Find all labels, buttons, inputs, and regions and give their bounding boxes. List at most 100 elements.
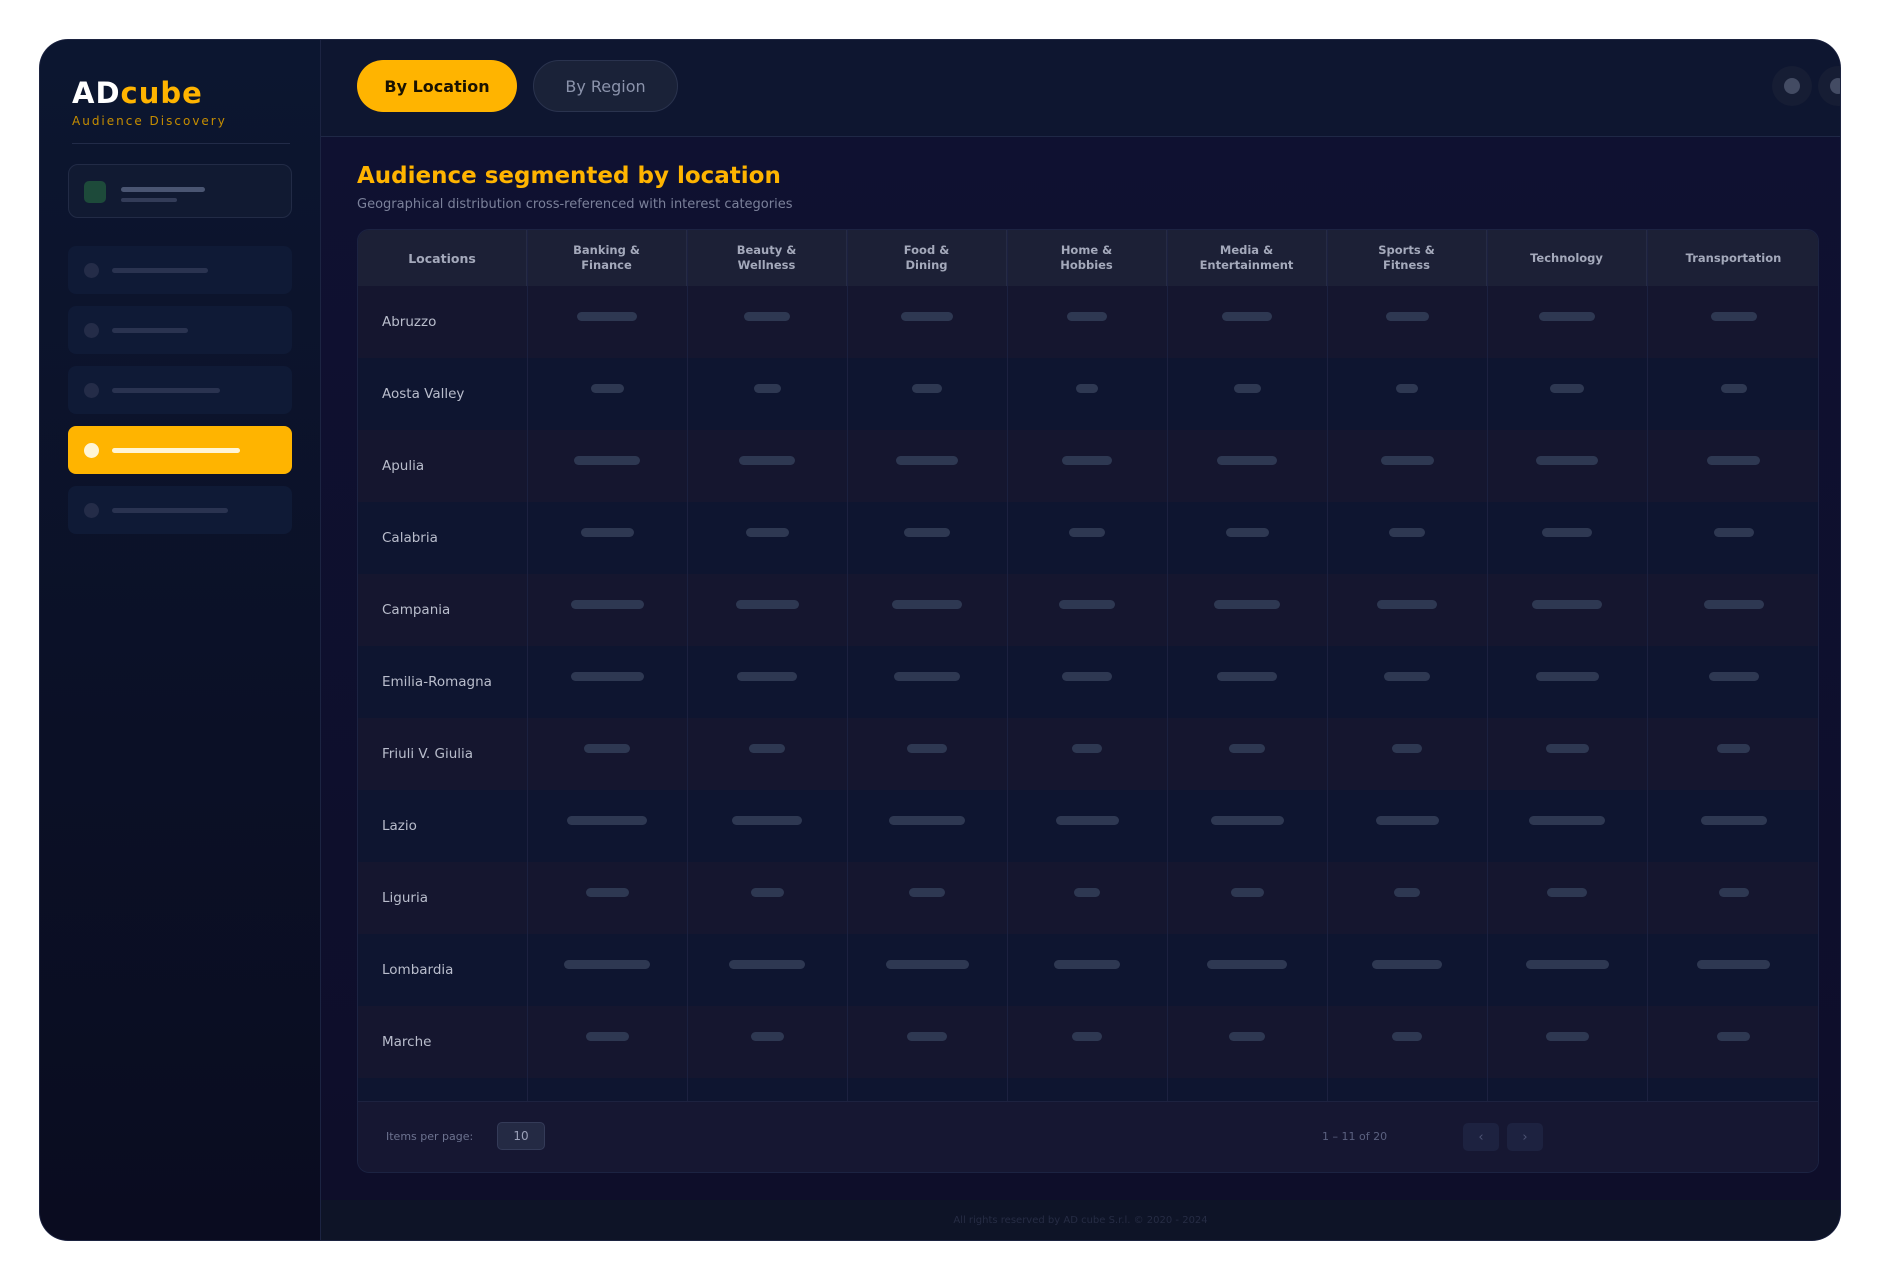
table-row[interactable]: Abruzzo: [358, 286, 1818, 359]
loading-placeholder: [1536, 456, 1598, 465]
loading-placeholder: [1380, 456, 1434, 465]
table-row[interactable]: Calabria: [358, 502, 1818, 575]
chevron-right-icon[interactable]: ›: [1507, 1123, 1543, 1151]
table-row[interactable]: Lazio: [358, 790, 1818, 863]
column-header-locations[interactable]: Locations: [358, 230, 527, 286]
loading-placeholder: [1697, 960, 1770, 969]
column-header[interactable]: Media & Entertainment: [1167, 230, 1327, 286]
loading-placeholder: [1055, 816, 1119, 825]
loading-placeholder: [739, 456, 795, 465]
user-menu-icon[interactable]: [1818, 66, 1840, 106]
loading-placeholder: [744, 312, 790, 321]
loading-placeholder: [1375, 816, 1439, 825]
column-header[interactable]: Technology: [1487, 230, 1647, 286]
sidebar-item-1[interactable]: [68, 246, 292, 294]
brand-logo[interactable]: ADcube: [72, 76, 203, 110]
location-cell: Liguria: [382, 890, 428, 906]
column-header[interactable]: Beauty & Wellness: [687, 230, 847, 286]
nav-item-icon: [84, 323, 99, 338]
table-row[interactable]: Emilia-Romagna: [358, 646, 1818, 719]
loading-placeholder: [912, 384, 942, 393]
loading-placeholder: [750, 888, 784, 897]
loading-placeholder: [753, 384, 781, 393]
table-row[interactable]: Liguria: [358, 862, 1818, 935]
loading-placeholder: [1074, 888, 1100, 897]
loading-placeholder: [567, 816, 647, 825]
loading-placeholder: [1535, 672, 1599, 681]
brand-name-ad: AD: [72, 76, 121, 110]
sidebar-item-active[interactable]: [68, 426, 292, 474]
sidebar-item-3[interactable]: [68, 366, 292, 414]
loading-placeholder: [1072, 1032, 1102, 1041]
loading-placeholder: [1532, 600, 1602, 609]
column-header[interactable]: Food & Dining: [847, 230, 1007, 286]
profile-card[interactable]: [68, 164, 292, 218]
loading-placeholder: [1229, 1032, 1265, 1041]
loading-placeholder: [892, 600, 962, 609]
chevron-left-icon[interactable]: ‹: [1463, 1123, 1499, 1151]
loading-placeholder: [1529, 816, 1605, 825]
loading-placeholder: [750, 1032, 784, 1041]
loading-placeholder: [904, 528, 950, 537]
loading-placeholder: [1230, 888, 1264, 897]
table-row[interactable]: Campania: [358, 574, 1818, 647]
nav-item-label-placeholder: [112, 388, 220, 393]
loading-placeholder: [1389, 528, 1425, 537]
location-cell: Apulia: [382, 458, 425, 474]
tab-by-location[interactable]: By Location: [357, 60, 517, 112]
loading-placeholder: [1225, 528, 1269, 537]
loading-placeholder: [1372, 960, 1442, 969]
sidebar-item-2[interactable]: [68, 306, 292, 354]
table-row[interactable]: Marche: [358, 1006, 1818, 1079]
column-header[interactable]: Banking & Finance: [527, 230, 687, 286]
loading-placeholder: [1713, 528, 1754, 537]
loading-placeholder: [570, 600, 644, 609]
table-row[interactable]: Apulia: [358, 430, 1818, 503]
loading-placeholder: [585, 1032, 629, 1041]
loading-placeholder: [1539, 312, 1595, 321]
loading-placeholder: [1547, 888, 1587, 897]
profile-name-placeholder: [121, 187, 205, 192]
loading-placeholder: [1217, 456, 1277, 465]
table-row[interactable]: Aosta Valley: [358, 358, 1818, 431]
loading-placeholder: [564, 960, 650, 969]
column-divider: [1487, 230, 1488, 1120]
loading-placeholder: [894, 672, 960, 681]
table-row[interactable]: Friuli V. Giulia: [358, 718, 1818, 791]
loading-placeholder: [1054, 960, 1120, 969]
loading-placeholder: [1710, 312, 1757, 321]
loading-placeholder: [1700, 816, 1767, 825]
items-per-page-select[interactable]: 10: [497, 1122, 545, 1150]
column-divider: [1647, 230, 1648, 1120]
location-cell: Lombardia: [382, 962, 454, 978]
column-header[interactable]: Transportation: [1647, 230, 1818, 286]
loading-placeholder: [1069, 528, 1105, 537]
tab-by-region[interactable]: By Region: [533, 60, 678, 112]
notifications-icon[interactable]: [1772, 66, 1812, 106]
column-header[interactable]: Home & Hobbies: [1007, 230, 1167, 286]
page-title: Audience segmented by location: [357, 163, 781, 189]
loading-placeholder: [901, 312, 953, 321]
loading-placeholder: [1394, 888, 1420, 897]
location-cell: Emilia-Romagna: [382, 674, 492, 690]
column-divider: [1007, 230, 1008, 1120]
sidebar-item-5[interactable]: [68, 486, 292, 534]
loading-placeholder: [577, 312, 637, 321]
loading-placeholder: [584, 744, 630, 753]
column-divider: [1167, 230, 1168, 1120]
table-header: Locations Banking & Finance Beauty & Welln…: [358, 230, 1818, 287]
loading-placeholder: [1703, 600, 1764, 609]
loading-placeholder: [1396, 384, 1418, 393]
loading-placeholder: [737, 672, 797, 681]
location-cell: Campania: [382, 602, 451, 618]
sidebar: ADcube Audience Discovery: [40, 40, 321, 1240]
nav-item-icon: [84, 383, 99, 398]
loading-placeholder: [745, 528, 789, 537]
loading-placeholder: [585, 888, 629, 897]
column-header[interactable]: Sports & Fitness: [1327, 230, 1487, 286]
copyright-footer: All rights reserved by AD cube S.r.l. © …: [321, 1200, 1840, 1240]
table-row[interactable]: Lombardia: [358, 934, 1818, 1007]
items-per-page-label: Items per page:: [386, 1130, 474, 1143]
loading-placeholder: [1720, 384, 1747, 393]
column-divider: [527, 230, 528, 1120]
